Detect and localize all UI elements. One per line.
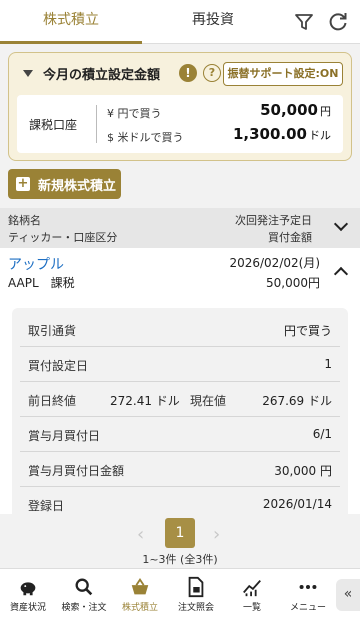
- next-order-date: 2026/02/02(月): [229, 256, 320, 270]
- currency-label: 取引通貨: [28, 324, 77, 338]
- buy-amount: 50,000円: [266, 276, 320, 290]
- more-dots-icon: [299, 584, 317, 590]
- current-price-value: 267.69 ドル: [262, 394, 332, 408]
- help-icon[interactable]: ?: [203, 64, 221, 82]
- piggy-bank-icon: [20, 582, 36, 596]
- collapse-caret-icon[interactable]: [23, 70, 33, 77]
- prev-page-button[interactable]: ‹: [137, 524, 144, 545]
- registered-value: 2026/01/14: [262, 497, 332, 511]
- header-next-order-date: 次回発注予定日: [235, 214, 312, 227]
- divider: [96, 105, 97, 143]
- nav-menu[interactable]: メニュー: [280, 569, 336, 622]
- nav-search-order[interactable]: 検索・注文: [56, 569, 112, 622]
- refresh-icon[interactable]: [326, 10, 350, 34]
- header-ticker-account: ティッカー・口座区分: [8, 231, 118, 244]
- bottom-navigation: 資産状況 検索・注文 株式積立 注文照会 一覧 メニュー «: [0, 568, 360, 622]
- nav-order-inquiry[interactable]: 注文照会: [168, 569, 224, 622]
- warning-icon[interactable]: !: [179, 64, 197, 82]
- new-button-label: 新規株式積立: [38, 179, 117, 194]
- ticker-account: AAPL 課税: [8, 276, 75, 290]
- tab-reinvestment[interactable]: 再投資: [142, 0, 284, 44]
- nav-assets-label: 資産状況: [9, 603, 46, 613]
- nav-list[interactable]: 一覧: [224, 569, 280, 622]
- tab-stock-accumulation[interactable]: 株式積立: [0, 0, 142, 44]
- nav-list-label: 一覧: [242, 603, 261, 613]
- bonus-amount-label: 賞与月買付日金額: [28, 464, 125, 478]
- nav-assets[interactable]: 資産状況: [0, 569, 56, 622]
- search-icon: [75, 578, 93, 596]
- top-tab-bar: 株式積立 再投資: [0, 0, 360, 44]
- prev-close-value: 272.41 ドル: [110, 394, 180, 408]
- nav-accumulation-label: 株式積立: [121, 603, 158, 613]
- detail-row-currency: 取引通貨 円で買う: [20, 312, 340, 347]
- nav-menu-label: メニュー: [289, 603, 326, 613]
- detail-row-bonus-amount: 賞与月買付日金額 30,000 円: [20, 452, 340, 487]
- detail-row-registered: 登録日 2026/01/14: [20, 487, 340, 514]
- detail-row-bonus-day: 賞与月買付日 6/1: [20, 417, 340, 452]
- yen-buy-label: ¥ 円で買う: [107, 107, 162, 120]
- bonus-amount-value: 30,000 円: [274, 464, 332, 478]
- current-page-button[interactable]: 1: [165, 518, 195, 548]
- monthly-setting-card: 今月の積立設定金額 ! ? 振替サポート設定:ON 課税口座 ¥ 円で買う 50…: [8, 52, 352, 161]
- chart-icon: [243, 579, 261, 597]
- nav-order-label: 注文照会: [177, 603, 214, 613]
- list-item[interactable]: アップル AAPL 課税 2026/02/02(月) 50,000円: [0, 248, 360, 296]
- header-stock-name: 銘柄名: [8, 214, 41, 227]
- stock-name-link[interactable]: アップル: [8, 254, 64, 274]
- detail-row-prices: 前日終値 272.41 ドル 現在値 267.69 ドル: [20, 382, 340, 417]
- prev-close-label: 前日終値: [28, 394, 77, 408]
- transfer-support-button[interactable]: 振替サポート設定:ON: [223, 62, 343, 86]
- buy-day-value: 1: [324, 357, 332, 371]
- header-buy-amount: 買付金額: [268, 231, 312, 244]
- item-details-panel: 取引通貨 円で買う 買付設定日 1 前日終値 272.41 ドル 現在値 267…: [12, 308, 348, 514]
- list-header: 銘柄名 ティッカー・口座区分 次回発注予定日 買付金額: [0, 208, 360, 248]
- plus-icon: +: [16, 176, 30, 191]
- next-page-button[interactable]: ›: [213, 524, 220, 545]
- filter-icon[interactable]: [292, 10, 316, 34]
- usd-buy-value: 1,300.00 ドル: [232, 125, 331, 143]
- account-type-label: 課税口座: [29, 118, 78, 132]
- monthly-setting-title: 今月の積立設定金額: [43, 68, 161, 83]
- usd-buy-label: $ 米ドルで買う: [107, 131, 184, 144]
- pagination: ‹ 1 › 1~3件 (全3件): [0, 514, 360, 568]
- document-icon: [188, 576, 204, 598]
- result-count: 1~3件 (全3件): [142, 553, 218, 566]
- monthly-setting-header[interactable]: 今月の積立設定金額 ! ? 振替サポート設定:ON: [9, 53, 353, 95]
- registered-label: 登録日: [28, 499, 65, 513]
- basket-icon: [131, 578, 149, 595]
- currency-value: 円で買う: [283, 324, 332, 338]
- new-stock-accumulation-button[interactable]: + 新規株式積立: [8, 169, 121, 199]
- detail-row-buy-day: 買付設定日 1: [20, 347, 340, 382]
- collapse-nav-button[interactable]: «: [336, 579, 360, 611]
- nav-stock-accumulation[interactable]: 株式積立: [112, 569, 168, 622]
- item-details-area: 取引通貨 円で買う 買付設定日 1 前日終値 272.41 ドル 現在値 267…: [0, 296, 360, 514]
- buy-day-label: 買付設定日: [28, 359, 89, 373]
- nav-search-label: 検索・注文: [61, 603, 107, 613]
- monthly-setting-body: 課税口座 ¥ 円で買う 50,000 円 $ 米ドルで買う 1,300.00 ドル: [17, 95, 343, 153]
- yen-buy-value: 50,000 円: [260, 101, 331, 119]
- current-price-label: 現在値: [190, 394, 227, 408]
- bonus-day-label: 賞与月買付日: [28, 429, 101, 443]
- bonus-day-value: 6/1: [312, 427, 332, 441]
